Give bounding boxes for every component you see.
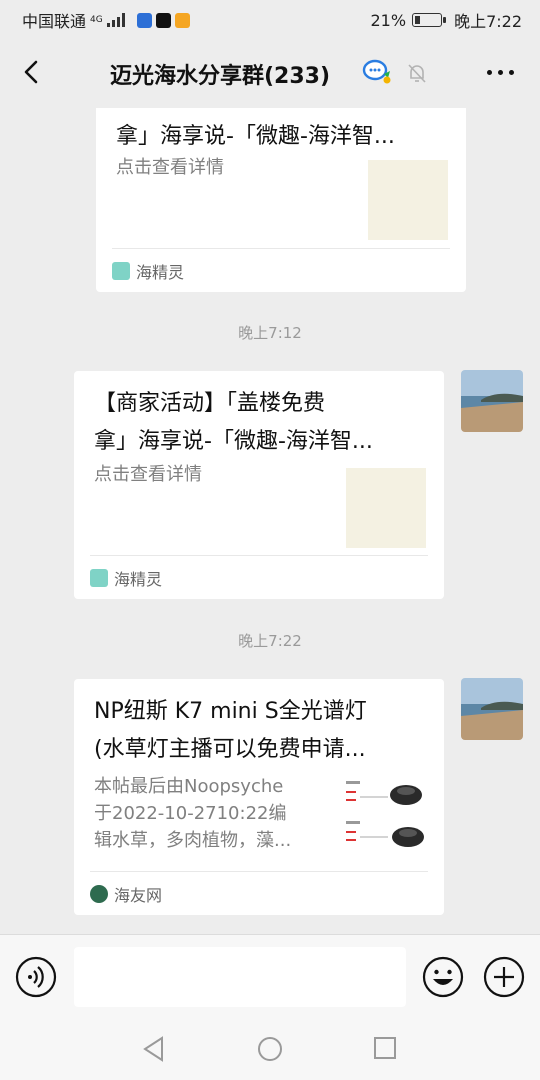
plus-icon[interactable] <box>482 955 526 999</box>
card-description: 点击查看详情 <box>94 464 202 485</box>
signal-icon <box>106 13 129 27</box>
card-description: 本帖最后由Noopsyche 于2022-10-2710:22编 辑水草，多肉植… <box>94 773 334 854</box>
card-title-line: 拿」海享说-「微趣-海洋智... <box>94 429 373 454</box>
message-input[interactable] <box>74 947 406 1007</box>
hai-jingling-icon <box>112 261 130 280</box>
network-label: 4G <box>90 15 103 25</box>
taobao-app-icon <box>174 12 190 28</box>
product-thumbnail <box>342 775 428 859</box>
card-title-line: 【商家活动】「盖楼免费 <box>94 391 326 416</box>
link-card[interactable]: NP纽斯 K7 mini S全光谱灯 (水草灯主播可以免费申请... 本帖最后由… <box>74 679 444 915</box>
battery-icon <box>412 13 447 27</box>
more-dots-icon[interactable] <box>487 70 514 75</box>
bell-muted-icon <box>408 64 426 83</box>
chat-header: 迈光海水分享群(233) <box>0 36 540 108</box>
hai-jingling-icon <box>90 568 108 587</box>
card-description-line: 辑水草，多肉植物，藻... <box>94 830 292 851</box>
card-title: 【商家活动】「盖楼免费 拿」海享说-「微趣-海洋智... <box>94 385 429 461</box>
card-title-line: (水草灯主播可以免费申请... <box>94 737 366 762</box>
card-description-line: 于2022-10-2710:22编 <box>94 803 287 824</box>
emoji-icon[interactable] <box>421 955 465 999</box>
nav-back-icon[interactable] <box>142 1036 166 1062</box>
nav-home-icon[interactable] <box>257 1036 283 1062</box>
timestamp: 晚上7:22 <box>238 632 302 650</box>
battery-percent: 21% <box>370 10 407 30</box>
card-thumbnail <box>368 160 448 240</box>
card-source: 海精灵 <box>90 555 428 599</box>
voice-icon[interactable] <box>14 955 58 999</box>
beach-avatar-image <box>461 370 523 432</box>
link-card[interactable]: 【商家活动】「盖楼免费 拿」海享说-「微趣-海洋智... 点击查看详情 海精灵 <box>74 371 444 599</box>
input-bar <box>0 934 540 1020</box>
clock: 晚上7:22 <box>454 12 522 31</box>
status-bar: 中国联通 4G 21% 晚上7:22 <box>0 0 540 36</box>
card-source: 海精灵 <box>112 248 450 292</box>
carrier-label: 中国联通 <box>22 12 87 31</box>
source-label: 海精灵 <box>136 262 185 282</box>
avatar[interactable] <box>461 678 523 740</box>
shield-app-icon <box>136 12 152 28</box>
avatar[interactable] <box>461 370 523 432</box>
tiktok-app-icon <box>155 12 171 28</box>
timestamp: 晚上7:12 <box>238 324 302 342</box>
card-title: 拿」海享说-「微趣-海洋智... <box>116 118 446 156</box>
card-description-line: 本帖最后由Noopsyche <box>94 776 284 797</box>
chat-title: 迈光海水分享群(233) <box>110 64 331 89</box>
card-title: NP纽斯 K7 mini S全光谱灯 (水草灯主播可以免费申请... <box>94 693 429 769</box>
back-chevron-icon[interactable] <box>18 58 44 86</box>
beach-avatar-image <box>461 678 523 740</box>
hai-you-wang-icon <box>90 884 108 903</box>
card-thumbnail <box>346 468 426 548</box>
nav-recent-icon[interactable] <box>373 1036 397 1060</box>
card-description: 点击查看详情 <box>116 157 224 178</box>
card-title-line: 拿」海享说-「微趣-海洋智... <box>116 124 395 149</box>
link-card[interactable]: 拿」海享说-「微趣-海洋智... 点击查看详情 海精灵 <box>96 108 466 292</box>
system-nav-bar <box>0 1020 540 1080</box>
source-label: 海友网 <box>114 885 163 905</box>
source-label: 海精灵 <box>114 569 163 589</box>
card-source: 海友网 <box>90 871 428 915</box>
card-title-line: NP纽斯 K7 mini S全光谱灯 <box>94 699 367 724</box>
chat-bubbles-icon <box>362 59 391 84</box>
